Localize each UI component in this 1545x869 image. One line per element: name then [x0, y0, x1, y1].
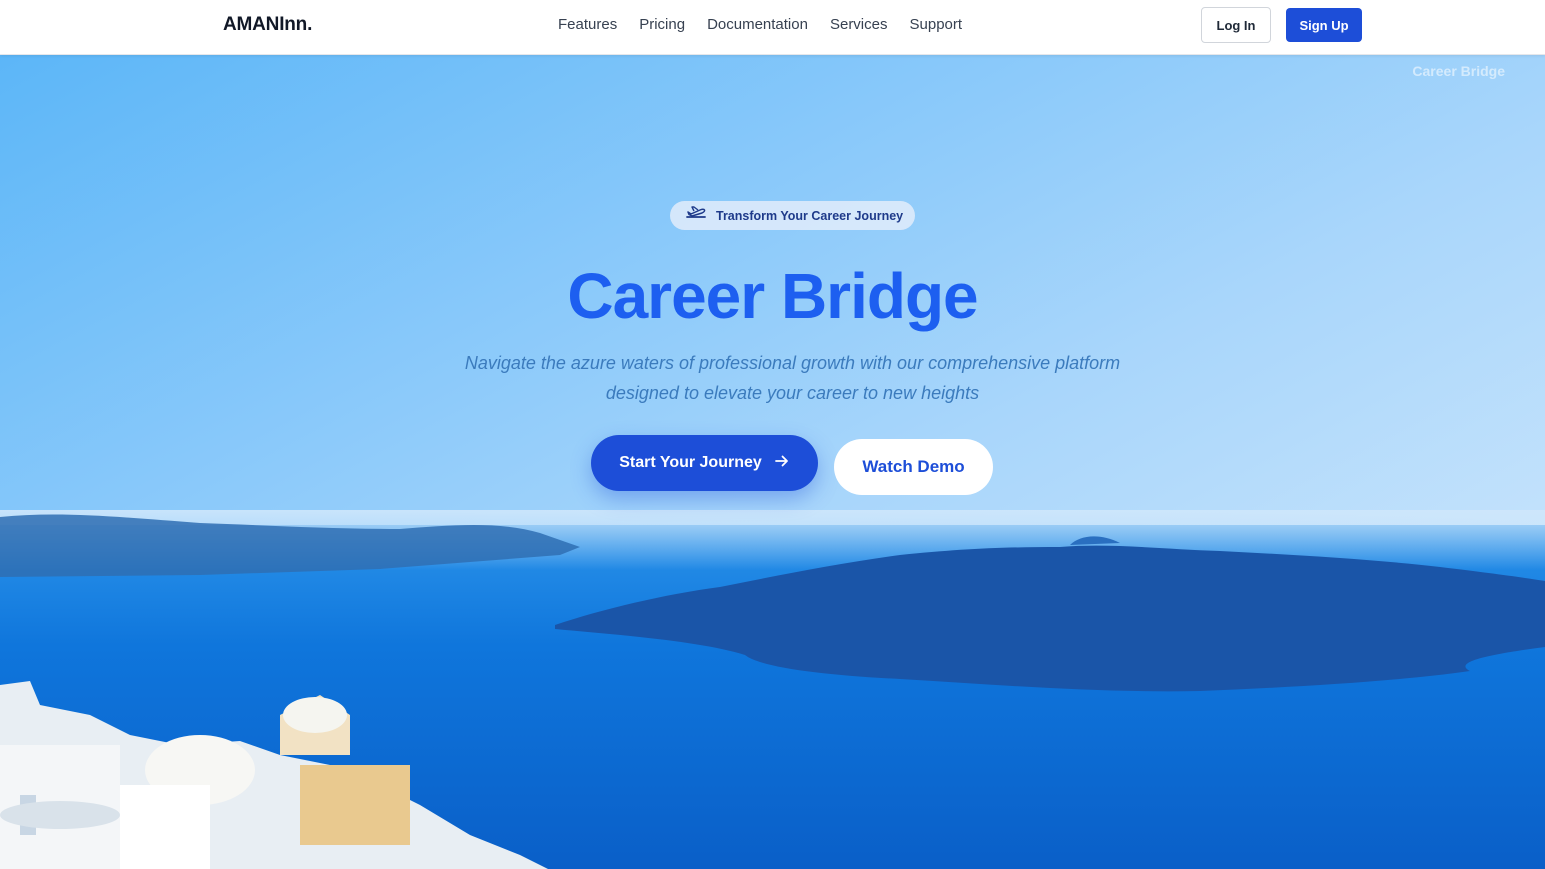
airplane-takeoff-icon [686, 205, 707, 227]
hero-subtitle: Navigate the azure waters of professiona… [440, 348, 1145, 408]
hero-title: Career Bridge [567, 260, 978, 332]
nav-link-support[interactable]: Support [910, 16, 963, 33]
login-button[interactable]: Log In [1201, 7, 1271, 43]
watch-demo-button[interactable]: Watch Demo [834, 439, 993, 495]
start-journey-button[interactable]: Start Your Journey [591, 435, 818, 491]
nav-link-documentation[interactable]: Documentation [707, 16, 808, 33]
hero-section: Career Bridge Transform Your Career Jour… [0, 55, 1545, 869]
arrow-right-icon [774, 453, 790, 474]
nav-links: Features Pricing Documentation Services … [558, 16, 962, 33]
hero-badge-text: Transform Your Career Journey [716, 208, 904, 223]
hero-subtitle-line-2: designed to elevate your career to new h… [605, 383, 980, 403]
hero-watermark-text: Career Bridge [1412, 63, 1505, 79]
brand-logo[interactable]: AMANInn. [223, 14, 312, 36]
hero-badge: Transform Your Career Journey [670, 201, 915, 230]
nav-link-services[interactable]: Services [830, 16, 888, 33]
hero-subtitle-line-1: Navigate the azure waters of professiona… [464, 353, 1121, 373]
nav-link-pricing[interactable]: Pricing [639, 16, 685, 33]
nav-link-features[interactable]: Features [558, 16, 617, 33]
signup-button[interactable]: Sign Up [1286, 8, 1362, 42]
start-journey-label: Start Your Journey [619, 454, 762, 471]
top-navbar: AMANInn. Features Pricing Documentation … [0, 0, 1545, 55]
